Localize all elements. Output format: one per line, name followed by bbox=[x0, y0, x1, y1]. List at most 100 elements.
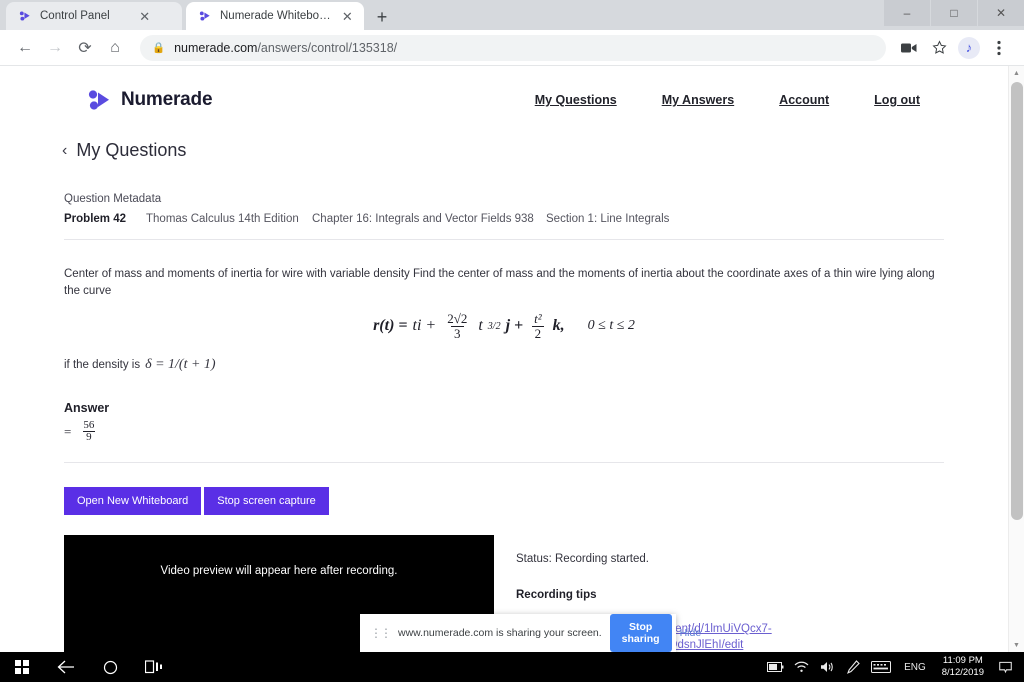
drag-grip-icon[interactable]: ⋮⋮ bbox=[370, 626, 392, 640]
nav-my-questions[interactable]: My Questions bbox=[535, 93, 617, 107]
tray-date: 8/12/2019 bbox=[941, 667, 984, 678]
lock-icon: 🔒 bbox=[152, 42, 166, 54]
page-viewport: Numerade My Questions My Answers Account… bbox=[0, 66, 1024, 652]
divider bbox=[64, 461, 944, 463]
nav-my-answers[interactable]: My Answers bbox=[662, 93, 734, 107]
task-view-glyph bbox=[145, 660, 162, 674]
back-arrow-icon[interactable] bbox=[44, 652, 88, 682]
keyboard-glyph bbox=[871, 661, 892, 673]
formula-term3: k, bbox=[552, 317, 565, 335]
window-controls: – □ ✕ bbox=[884, 0, 1024, 26]
scroll-down-icon[interactable]: ▼ bbox=[1009, 638, 1024, 652]
music-note-avatar-icon[interactable]: ♪ bbox=[958, 36, 980, 59]
close-icon[interactable]: ✕ bbox=[339, 7, 356, 25]
home-icon[interactable]: ⌂ bbox=[100, 33, 130, 63]
url-host: numerade.com bbox=[174, 40, 258, 55]
wifi-icon[interactable] bbox=[788, 652, 814, 682]
density-math: δ = 1/(t + 1) bbox=[145, 356, 216, 372]
formula-term2: t bbox=[478, 317, 483, 335]
video-camera-icon[interactable] bbox=[894, 33, 924, 63]
back-to-my-questions[interactable]: ‹ My Questions bbox=[0, 112, 1008, 161]
recording-tips-heading: Recording tips bbox=[516, 588, 597, 601]
numerade-favicon bbox=[199, 11, 210, 21]
formula-condition: 0 ≤ t ≤ 2 bbox=[587, 318, 635, 334]
browser-tab-numerade-whiteboard[interactable]: Numerade Whiteboard ✕ bbox=[186, 2, 364, 30]
browser-tab-strip: Control Panel ✕ Numerade Whiteboard ✕ + … bbox=[0, 0, 1024, 30]
bookmark-star-icon[interactable] bbox=[924, 33, 954, 63]
page-title: My Questions bbox=[76, 140, 187, 160]
close-window-icon[interactable]: ✕ bbox=[978, 0, 1024, 26]
answer-fraction: 56 9 bbox=[80, 419, 97, 444]
address-bar[interactable]: 🔒 numerade.com /answers/control/135318/ bbox=[140, 34, 886, 61]
fraction-denominator: 2 bbox=[531, 325, 545, 341]
video-preview-placeholder: Video preview will appear here after rec… bbox=[160, 564, 398, 577]
screen: Control Panel ✕ Numerade Whiteboard ✕ + … bbox=[0, 0, 1024, 682]
forward-icon[interactable]: → bbox=[40, 33, 70, 63]
browser-tab-control-panel[interactable]: Control Panel ✕ bbox=[6, 2, 182, 30]
fraction-denominator: 9 bbox=[83, 431, 95, 444]
answer-value: = 56 9 bbox=[64, 419, 944, 444]
close-icon[interactable]: ✕ bbox=[136, 7, 154, 25]
wifi-glyph bbox=[794, 661, 808, 672]
new-tab-button[interactable]: + bbox=[370, 5, 394, 29]
status-text: Status: Recording started. bbox=[516, 552, 649, 565]
formula-term1: ti + bbox=[412, 317, 437, 335]
tray-clock[interactable]: 11:09 PM 8/12/2019 bbox=[934, 655, 992, 679]
fraction-denominator: 3 bbox=[451, 325, 464, 341]
hide-sharing-bar-button[interactable]: Hide bbox=[680, 627, 702, 639]
minimize-icon[interactable]: – bbox=[884, 0, 930, 26]
battery-icon[interactable] bbox=[762, 652, 788, 682]
taskbar-left-buttons bbox=[0, 652, 176, 682]
question-content: Question Metadata Problem 42 Thomas Calc… bbox=[0, 193, 1008, 652]
windows-start-icon[interactable] bbox=[0, 652, 44, 682]
star-glyph bbox=[931, 40, 947, 54]
numerade-logo[interactable]: Numerade bbox=[86, 88, 213, 112]
cortana-glyph bbox=[103, 660, 117, 674]
stop-sharing-button[interactable]: Stop sharing bbox=[609, 614, 672, 652]
kebab-glyph bbox=[997, 40, 1001, 55]
page-scrollbar[interactable]: ▲ ▼ bbox=[1008, 66, 1024, 652]
divider bbox=[64, 239, 944, 240]
maximize-icon[interactable]: □ bbox=[931, 0, 977, 26]
site-nav: My Questions My Answers Account Log out bbox=[535, 93, 944, 107]
question-metadata-label: Question Metadata bbox=[64, 193, 162, 205]
pen-glyph bbox=[846, 660, 860, 674]
numerade-favicon bbox=[19, 11, 30, 21]
windows-logo-glyph bbox=[15, 660, 29, 674]
scroll-up-icon[interactable]: ▲ bbox=[1009, 66, 1024, 80]
question-density: if the density is δ = 1/(t + 1) bbox=[64, 357, 944, 373]
chevron-left-icon: ‹ bbox=[62, 141, 68, 159]
formula-lhs: r(t) = bbox=[373, 317, 408, 335]
metadata-section: Section 1: Line Integrals bbox=[546, 213, 670, 225]
three-dot-menu-icon[interactable] bbox=[984, 33, 1014, 63]
reload-icon[interactable]: ⟳ bbox=[70, 33, 100, 63]
task-view-icon[interactable] bbox=[132, 652, 176, 682]
browser-tab-title: Control Panel bbox=[40, 10, 110, 22]
question-body: Center of mass and moments of inertia fo… bbox=[64, 268, 935, 297]
scrollbar-thumb[interactable] bbox=[1011, 82, 1023, 520]
battery-glyph bbox=[766, 662, 784, 672]
nav-log-out[interactable]: Log out bbox=[874, 93, 920, 107]
back-icon[interactable]: ← bbox=[10, 33, 40, 63]
keyboard-icon[interactable] bbox=[866, 652, 896, 682]
numerade-logo-icon bbox=[88, 90, 109, 110]
metadata-book: Thomas Calculus 14th Edition bbox=[146, 213, 299, 225]
screen-sharing-bar: ⋮⋮ www.numerade.com is sharing your scre… bbox=[360, 614, 701, 652]
video-camera-glyph bbox=[901, 43, 917, 52]
url-path: /answers/control/135318/ bbox=[257, 40, 398, 55]
metadata-problem: Problem 42 bbox=[64, 213, 126, 225]
stop-screen-capture-button[interactable]: Stop screen capture bbox=[204, 486, 329, 515]
density-prefix: if the density is bbox=[64, 358, 141, 371]
back-arrow-glyph bbox=[57, 660, 74, 674]
notification-icon[interactable] bbox=[992, 652, 1018, 682]
pen-icon[interactable] bbox=[840, 652, 866, 682]
tray-language[interactable]: ENG bbox=[896, 662, 934, 673]
answer-equals: = bbox=[64, 423, 72, 439]
site-header: Numerade My Questions My Answers Account… bbox=[0, 66, 1008, 112]
system-tray: ENG 11:09 PM 8/12/2019 bbox=[762, 652, 1024, 682]
volume-icon[interactable] bbox=[814, 652, 840, 682]
cortana-circle-icon[interactable] bbox=[88, 652, 132, 682]
fraction-numerator: t² bbox=[534, 311, 542, 327]
open-new-whiteboard-button[interactable]: Open New Whiteboard bbox=[64, 486, 202, 515]
nav-account[interactable]: Account bbox=[779, 93, 829, 107]
